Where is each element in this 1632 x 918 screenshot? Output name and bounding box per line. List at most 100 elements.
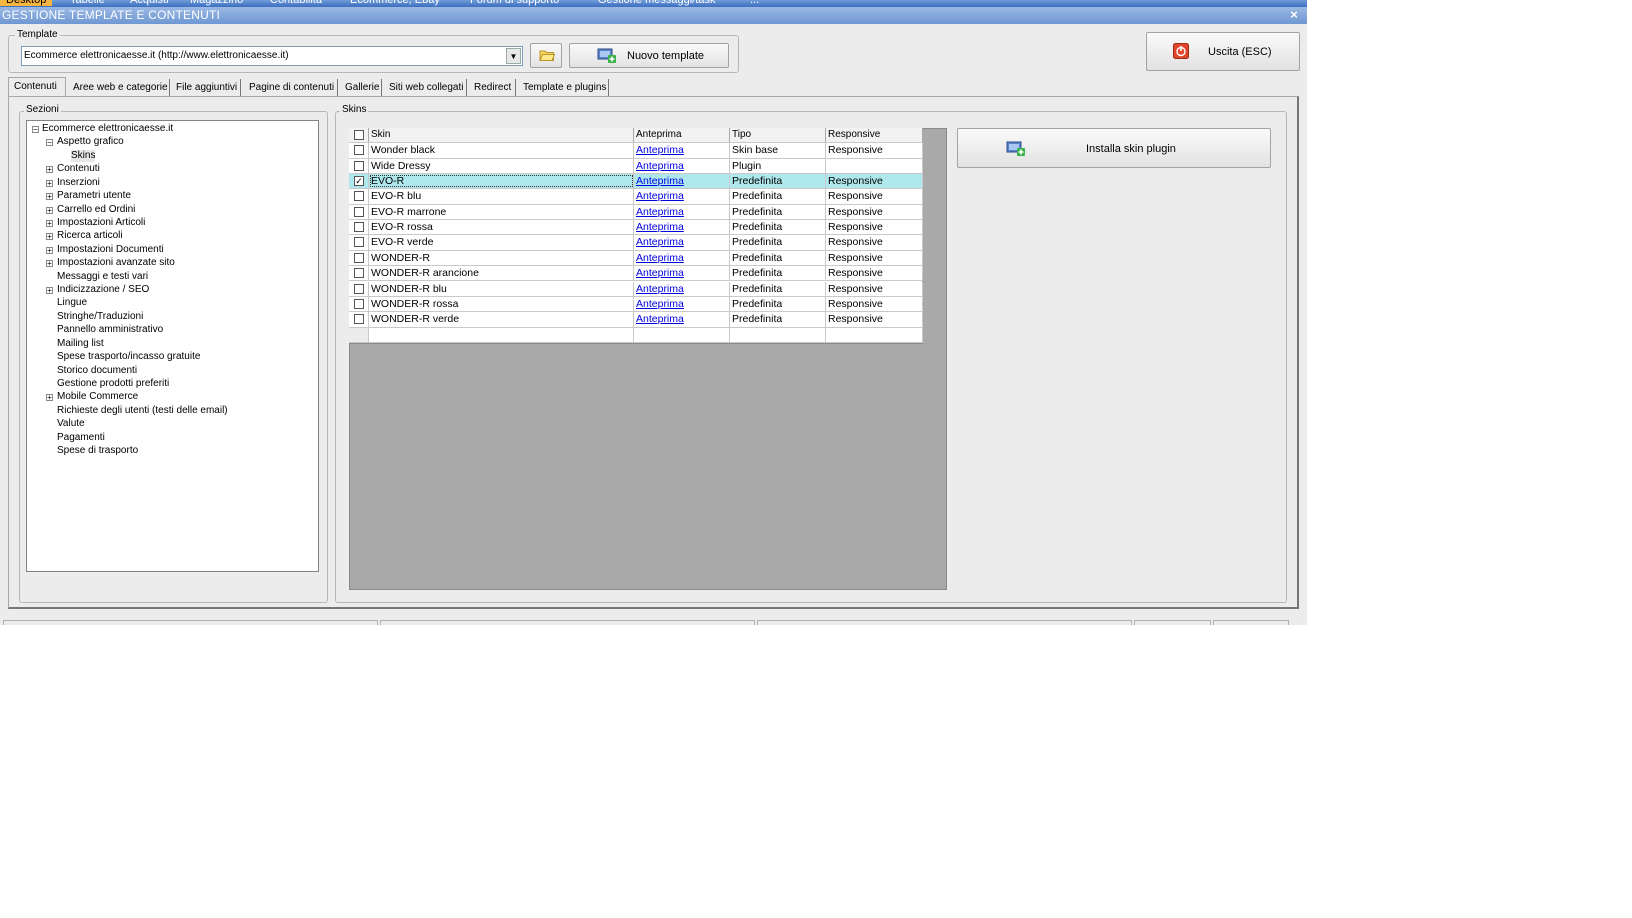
tab-siti-web-collegati[interactable]: Siti web collegati bbox=[384, 79, 467, 97]
chevron-down-icon[interactable]: ▼ bbox=[506, 48, 521, 64]
skin-name-cell[interactable]: WONDER-R rossa bbox=[369, 296, 634, 312]
table-row[interactable]: ✓ EVO-R Anteprima Predefinita Responsive bbox=[349, 174, 923, 190]
row-checkbox[interactable] bbox=[354, 314, 364, 325]
column-header[interactable]: Tipo bbox=[730, 128, 826, 143]
skin-name-cell[interactable]: WONDER-R verde bbox=[369, 312, 634, 327]
top-menu-item[interactable]: Contabilità bbox=[270, 0, 322, 6]
tree-item[interactable]: Mailing list bbox=[57, 338, 104, 350]
select-all-cell[interactable] bbox=[349, 128, 369, 143]
row-check-cell[interactable] bbox=[349, 158, 369, 174]
table-row[interactable]: EVO-R verde Anteprima Predefinita Responsiv… bbox=[349, 235, 923, 251]
tree-root[interactable]: Ecommerce elettronicaesse.it bbox=[42, 123, 173, 135]
tab-gallerie[interactable]: Gallerie bbox=[340, 79, 382, 97]
skin-name-cell[interactable]: Wide Dressy bbox=[369, 158, 634, 174]
table-row[interactable]: Wonder black Anteprima Skin base Responsive bbox=[349, 143, 923, 159]
expand-icon[interactable]: + bbox=[46, 260, 53, 268]
skins-grid[interactable]: Skin Anteprima Tipo Responsive Wonder black A… bbox=[349, 128, 923, 344]
expand-icon[interactable]: + bbox=[46, 246, 53, 254]
top-menu-item[interactable]: Magazzino bbox=[190, 0, 243, 6]
tree-item[interactable]: Messaggi e testi vari bbox=[57, 271, 148, 283]
empty-cell[interactable] bbox=[369, 327, 634, 342]
row-checkbox[interactable] bbox=[354, 160, 364, 171]
tab-aree-web[interactable]: Aree web e categorie bbox=[68, 79, 170, 97]
preview-link[interactable]: Anteprima bbox=[636, 313, 684, 325]
empty-cell[interactable] bbox=[826, 327, 923, 342]
preview-link[interactable]: Anteprima bbox=[636, 221, 684, 233]
tab-redirect[interactable]: Redirect bbox=[469, 79, 516, 97]
tree-item[interactable]: Parametri utente bbox=[57, 190, 131, 202]
skin-name-cell[interactable]: WONDER-R blu bbox=[369, 281, 634, 296]
empty-cell[interactable] bbox=[730, 327, 826, 342]
row-checkbox[interactable] bbox=[354, 222, 364, 233]
collapse-icon[interactable]: − bbox=[32, 126, 39, 134]
skin-name-cell[interactable]: WONDER-R arancione bbox=[369, 266, 634, 281]
tree-item[interactable]: Gestione prodotti preferiti bbox=[57, 378, 169, 390]
tree-item[interactable]: Storico documenti bbox=[57, 365, 137, 377]
open-folder-button[interactable] bbox=[530, 43, 562, 68]
expand-icon[interactable]: + bbox=[46, 219, 53, 227]
preview-link[interactable]: Anteprima bbox=[636, 298, 684, 310]
row-checkbox[interactable] bbox=[354, 145, 364, 156]
top-menu-item[interactable]: Forum di supporto bbox=[470, 0, 559, 6]
row-check-cell[interactable] bbox=[349, 143, 369, 158]
table-row[interactable]: EVO-R rossa Anteprima Predefinita Responsiv… bbox=[349, 220, 923, 236]
new-row[interactable] bbox=[349, 327, 923, 343]
row-check-cell[interactable] bbox=[349, 266, 369, 281]
table-row[interactable]: Wide Dressy Anteprima Plugin bbox=[349, 158, 923, 175]
row-checkbox[interactable] bbox=[354, 298, 364, 309]
tree-item[interactable]: Ricerca articoli bbox=[57, 230, 123, 242]
table-row[interactable]: EVO-R blu Anteprima Predefinita Responsive bbox=[349, 189, 923, 205]
row-check-cell[interactable] bbox=[349, 189, 369, 204]
tree-item[interactable]: Pagamenti bbox=[57, 432, 105, 444]
preview-link[interactable]: Anteprima bbox=[636, 267, 684, 279]
top-menu-item[interactable]: Gestione messaggi/task bbox=[598, 0, 715, 6]
skin-name-cell[interactable]: EVO-R rossa bbox=[369, 220, 634, 235]
row-checkbox[interactable] bbox=[354, 237, 364, 248]
row-check-cell[interactable] bbox=[349, 312, 369, 327]
close-icon[interactable]: × bbox=[1287, 7, 1301, 23]
tab-template-plugins[interactable]: Template e plugins bbox=[518, 79, 609, 97]
tree-item[interactable]: Inserzioni bbox=[57, 177, 100, 189]
install-skin-plugin-button[interactable]: Installa skin plugin bbox=[957, 128, 1271, 168]
row-checkbox[interactable] bbox=[354, 283, 364, 294]
tree-item[interactable]: Spese di trasporto bbox=[57, 445, 138, 457]
expand-icon[interactable]: + bbox=[46, 287, 53, 295]
expand-icon[interactable]: + bbox=[46, 233, 53, 241]
tree-item[interactable]: Stringhe/Traduzioni bbox=[57, 311, 143, 323]
top-menu-item[interactable]: Ecommerce, Ebay bbox=[350, 0, 440, 6]
tree-item[interactable]: Spese trasporto/incasso gratuite bbox=[57, 351, 200, 363]
tree-item[interactable]: Impostazioni Articoli bbox=[57, 217, 145, 229]
tree-item[interactable]: Lingue bbox=[57, 297, 87, 309]
expand-icon[interactable]: + bbox=[46, 193, 53, 201]
table-row[interactable]: WONDER-R Anteprima Predefinita Responsive bbox=[349, 250, 923, 267]
row-check-cell[interactable] bbox=[349, 204, 369, 220]
skin-name-cell[interactable]: EVO-R bbox=[369, 174, 634, 189]
new-template-button[interactable]: Nuovo template bbox=[569, 43, 729, 68]
row-check-cell[interactable]: ✓ bbox=[349, 174, 369, 189]
tree-item[interactable]: Valute bbox=[57, 418, 85, 430]
preview-link[interactable]: Anteprima bbox=[636, 236, 684, 248]
empty-cell[interactable] bbox=[634, 327, 730, 342]
tab-pagine-contenuti[interactable]: Pagine di contenuti bbox=[244, 79, 338, 97]
row-check-cell[interactable] bbox=[349, 235, 369, 250]
top-menu-item[interactable]: ... bbox=[750, 0, 759, 6]
sections-tree[interactable]: − Ecommerce elettronicaesse.it − Aspetto gr… bbox=[26, 120, 319, 572]
skin-name-cell[interactable]: EVO-R blu bbox=[369, 189, 634, 204]
template-select[interactable]: Ecommerce elettronicaesse.it (http://www… bbox=[21, 46, 523, 66]
column-header[interactable]: Skin bbox=[369, 128, 634, 143]
table-row[interactable]: EVO-R marrone Anteprima Predefinita Respons… bbox=[349, 204, 923, 221]
tree-item[interactable]: Mobile Commerce bbox=[57, 391, 138, 403]
preview-link[interactable]: Anteprima bbox=[636, 160, 684, 172]
preview-link[interactable]: Anteprima bbox=[636, 206, 684, 218]
expand-icon[interactable]: + bbox=[46, 394, 53, 402]
table-row[interactable]: WONDER-R verde Anteprima Predefinita Respon… bbox=[349, 312, 923, 328]
tree-item[interactable]: Impostazioni avanzate sito bbox=[57, 257, 175, 269]
tab-contenuti[interactable]: Contenuti bbox=[8, 77, 66, 97]
table-row[interactable]: WONDER-R blu Anteprima Predefinita Responsi… bbox=[349, 281, 923, 297]
top-menu-item[interactable]: Acquisti bbox=[130, 0, 169, 6]
row-checkbox[interactable] bbox=[354, 268, 364, 279]
preview-link[interactable]: Anteprima bbox=[636, 144, 684, 156]
preview-link[interactable]: Anteprima bbox=[636, 175, 684, 187]
tree-item[interactable]: Skins bbox=[71, 149, 96, 162]
skin-name-cell[interactable]: EVO-R verde bbox=[369, 235, 634, 250]
